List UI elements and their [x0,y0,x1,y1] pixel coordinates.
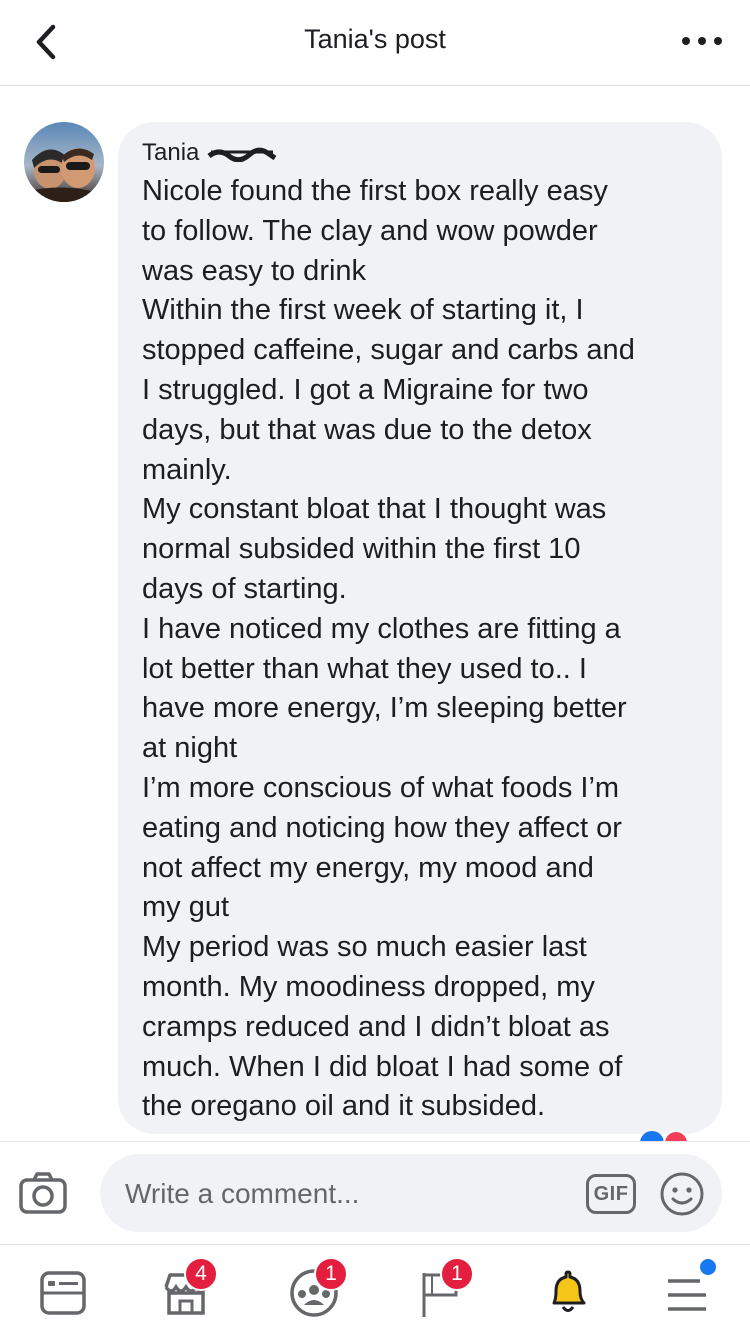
comment-line: normal subsided within the first 10 [142,533,581,566]
comment-line: cramps reduced and I didn’t bloat as [142,1010,610,1043]
emoji-icon[interactable] [658,1170,706,1218]
comment-line: was easy to drink [142,254,367,287]
more-dots-icon[interactable] [682,26,722,56]
comment-input-placeholder: Write a comment... [125,1178,360,1209]
avatar[interactable] [24,122,104,202]
comment-line: not affect my energy, my mood and [142,851,594,884]
comment-line: My period was so much easier last [142,931,587,964]
pages-flag-icon[interactable]: 1 [414,1257,474,1321]
bottom-nav: 4 1 1 [0,1245,750,1334]
comment-author: Tania [142,138,702,168]
author-name[interactable]: Tania [142,139,199,167]
comment-text: Nicole found the first box really easy to… [142,172,702,1127]
comment-line: eating and noticing how they affect or [142,811,622,844]
comment-line: mainly. [142,453,232,486]
menu-notification-dot [700,1259,716,1275]
groups-icon[interactable]: 1 [288,1257,348,1321]
gif-button[interactable]: GIF [586,1174,636,1214]
camera-icon[interactable] [18,1170,68,1216]
groups-badge: 1 [314,1257,348,1291]
comment-line: the oregano oil and it subsided. [142,1090,546,1123]
comment-line: stopped caffeine, sugar and carbs and [142,334,635,367]
comment-line: to follow. The clay and wow powder [142,214,598,247]
redaction-scribble [207,147,277,162]
comment-line: I struggled. I got a Migraine for two [142,373,589,406]
comment-line: my gut [142,891,230,924]
comment-line: much. When I did bloat I had some of [142,1050,623,1083]
page-title: Tania's post [304,24,446,54]
comment-line: Nicole found the first box really easy [142,175,608,207]
comment-line: I’m more conscious of what foods I’m [142,771,620,804]
menu-icon[interactable] [660,1259,716,1321]
bell-icon[interactable] [540,1265,596,1321]
pages-badge: 1 [440,1257,474,1291]
reaction-icons[interactable] [636,1128,716,1142]
comment-line: days, but that was due to the detox [142,413,592,446]
comment-input[interactable]: Write a comment... GIF [100,1154,722,1232]
comment-line: My constant bloat that I thought was [142,493,607,526]
marketplace-icon[interactable]: 4 [158,1257,218,1321]
comment-line: month. My moodiness dropped, my [142,970,595,1003]
marketplace-badge: 4 [184,1257,218,1291]
comment-line: lot better than what they used to.. I [142,652,587,685]
comment-line: I have noticed my clothes are fitting a [142,612,621,645]
top-bar: Tania's post [0,0,750,86]
comment-line: have more energy, I’m sleeping better [142,692,627,725]
comment-line: Within the first week of starting it, I [142,294,584,327]
comment-line: days of starting. [142,572,347,605]
news-feed-icon[interactable] [36,1265,92,1321]
comment-line: at night [142,732,238,765]
comment-bubble: Tania Nicole found the first box really … [118,122,722,1134]
divider [0,1141,750,1142]
